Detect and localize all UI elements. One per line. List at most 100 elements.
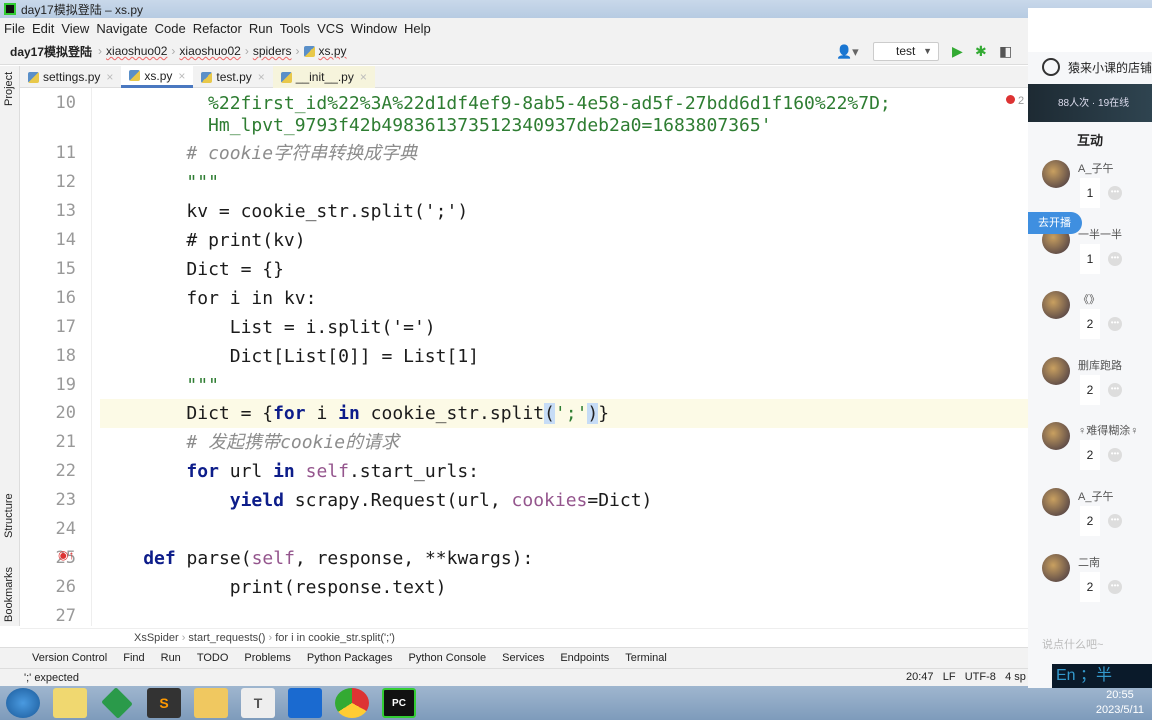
tab-xspy[interactable]: xs.py × xyxy=(121,66,194,88)
code-line[interactable]: """ xyxy=(100,168,1028,197)
menu-navigate[interactable]: Navigate xyxy=(96,21,147,36)
code-editor[interactable]: %22first_id%22%3A%22d1df4ef9-8ab5-4e58-a… xyxy=(92,88,1028,626)
code-line[interactable]: Hm_lpvt_9793f42b498361373512340937deb2a0… xyxy=(100,111,1028,140)
user-item[interactable]: 删库跑路 2 ••• xyxy=(1042,356,1152,423)
code-line[interactable]: for url in self.start_urls: xyxy=(100,457,1028,486)
user-icon[interactable]: 👤▾ xyxy=(836,44,859,60)
app-f-icon[interactable] xyxy=(101,687,133,719)
code-line[interactable]: """ xyxy=(100,371,1028,400)
breadcrumb-item[interactable]: xiaoshuo02 xyxy=(179,44,240,58)
sublime-icon[interactable]: S xyxy=(147,688,181,718)
edge-icon[interactable] xyxy=(288,688,322,718)
more-icon[interactable]: ••• xyxy=(1108,514,1122,528)
project-tool[interactable]: Project xyxy=(3,72,15,106)
line-separator[interactable]: LF xyxy=(943,671,956,683)
user-item[interactable]: A_子午 2 ••• xyxy=(1042,488,1152,554)
tool-python-packages[interactable]: Python Packages xyxy=(307,652,393,664)
code-line[interactable]: # 发起携带cookie的请求 xyxy=(100,428,1028,457)
menu-run[interactable]: Run xyxy=(249,21,273,36)
indent[interactable]: 4 sp xyxy=(1005,671,1026,683)
clock[interactable]: 20:55 2023/5/11 xyxy=(1096,688,1144,718)
menu-code[interactable]: Code xyxy=(155,21,186,36)
close-icon[interactable]: × xyxy=(178,69,185,83)
code-line[interactable]: kv = cookie_str.split(';') xyxy=(100,197,1028,226)
tool-problems[interactable]: Problems xyxy=(244,652,290,664)
tool-terminal[interactable]: Terminal xyxy=(625,652,667,664)
tool-todo[interactable]: TODO xyxy=(197,652,229,664)
more-icon[interactable]: ••• xyxy=(1108,579,1122,594)
code-line[interactable] xyxy=(100,602,1028,626)
close-icon[interactable]: × xyxy=(106,70,113,84)
more-icon[interactable]: ••• xyxy=(1108,448,1122,463)
tool-endpoints[interactable]: Endpoints xyxy=(560,652,609,664)
more-icon[interactable]: ••• xyxy=(1108,317,1122,332)
user-item[interactable]: 《》 2 ••• xyxy=(1042,291,1152,357)
editor-breadcrumb-item[interactable]: start_requests() xyxy=(188,632,265,644)
breadcrumb-file[interactable]: xs.py xyxy=(319,44,347,58)
code-line[interactable]: Dict[List[0]] = List[1] xyxy=(100,342,1028,371)
editor-breadcrumb-item[interactable]: XsSpider xyxy=(134,632,179,644)
start-button[interactable] xyxy=(6,688,40,718)
menu-help[interactable]: Help xyxy=(404,21,431,36)
tab-settingspy[interactable]: settings.py × xyxy=(20,66,121,88)
breadcrumb-item[interactable]: spiders xyxy=(253,44,292,58)
run-config-select[interactable]: test ▼ xyxy=(873,42,939,61)
breadcrumb-item[interactable]: xiaoshuo02 xyxy=(106,44,167,58)
encoding[interactable]: UTF-8 xyxy=(965,671,996,683)
user-item[interactable]: ♀难得糊涂♀ 2 ••• xyxy=(1042,422,1152,488)
close-icon[interactable]: × xyxy=(360,70,367,84)
more-icon[interactable]: ••• xyxy=(1108,382,1122,397)
structure-tool[interactable]: Structure xyxy=(3,493,15,538)
typora-icon[interactable]: T xyxy=(241,688,275,718)
code-line[interactable]: for i in kv: xyxy=(100,284,1028,313)
code-line[interactable]: Dict = {for i in cookie_str.split(';')} xyxy=(100,399,1028,428)
explorer-icon[interactable] xyxy=(194,688,228,718)
more-icon[interactable]: ••• xyxy=(1108,251,1122,266)
code-line[interactable]: yield scrapy.Request(url, cookies=Dict) xyxy=(100,486,1028,515)
sticky-notes-icon[interactable] xyxy=(53,688,87,718)
menu-edit[interactable]: Edit xyxy=(32,21,54,36)
menu-view[interactable]: View xyxy=(61,21,89,36)
interaction-heading[interactable]: 互动 xyxy=(1028,130,1152,149)
tool-version-control[interactable]: Version Control xyxy=(32,652,107,664)
run-icon[interactable]: ▶ xyxy=(952,43,963,60)
code-line[interactable]: print(response.text) xyxy=(100,573,1028,602)
menu-window[interactable]: Window xyxy=(351,21,397,36)
code-line[interactable] xyxy=(100,515,1028,544)
override-marker-icon[interactable]: ◉↑ xyxy=(58,548,74,562)
menu-file[interactable]: File xyxy=(4,21,25,36)
more-icon[interactable]: ••• xyxy=(1108,186,1122,200)
code-token: Dict[List[0]] = List[1] xyxy=(186,346,479,367)
code-line[interactable]: # cookie字符串转换成字典 xyxy=(100,139,1028,168)
tab-testpy[interactable]: test.py × xyxy=(193,66,272,88)
user-item[interactable]: 二南 2 ••• xyxy=(1042,553,1152,620)
code-line[interactable]: List = i.split('=') xyxy=(100,313,1028,342)
caret-position[interactable]: 20:47 xyxy=(906,671,934,683)
editor-breadcrumb-item[interactable]: for i in cookie_str.split(';') xyxy=(275,632,395,644)
user-item[interactable]: 一半一半 1 ••• xyxy=(1042,225,1152,292)
menu-refactor[interactable]: Refactor xyxy=(193,21,242,36)
problems-badge[interactable]: 2 xyxy=(1006,95,1024,107)
comment-input[interactable]: 说点什么吧~ xyxy=(1042,636,1103,652)
tab-initpy[interactable]: __init__.py × xyxy=(272,66,375,88)
chrome-icon[interactable] xyxy=(335,688,369,718)
menu-tools[interactable]: Tools xyxy=(280,21,310,36)
tool-python-console[interactable]: Python Console xyxy=(408,652,486,664)
shop-name[interactable]: 猿来小课的店铺 xyxy=(1042,58,1152,76)
menu-vcs[interactable]: VCS xyxy=(317,21,344,36)
bookmarks-tool[interactable]: Bookmarks xyxy=(3,567,15,622)
code-line[interactable]: # print(kv) xyxy=(100,226,1028,255)
pycharm-taskbar-icon[interactable]: PC xyxy=(382,688,416,718)
tool-find[interactable]: Find xyxy=(123,652,144,664)
close-icon[interactable]: × xyxy=(258,70,265,84)
go-live-button[interactable]: 去开播 xyxy=(1028,212,1082,234)
debug-icon[interactable]: ✱ xyxy=(975,43,987,60)
breadcrumb-project[interactable]: day17模拟登陆 xyxy=(10,43,92,60)
code-line[interactable]: def parse(self, response, **kwargs): xyxy=(100,544,1028,573)
tool-run[interactable]: Run xyxy=(161,652,181,664)
coverage-icon[interactable]: ◧ xyxy=(999,43,1012,60)
user-name: 二南 xyxy=(1078,556,1100,569)
tool-services[interactable]: Services xyxy=(502,652,544,664)
ime-indicator[interactable]: En ；半 xyxy=(1052,664,1152,688)
code-line[interactable]: Dict = {} xyxy=(100,255,1028,284)
